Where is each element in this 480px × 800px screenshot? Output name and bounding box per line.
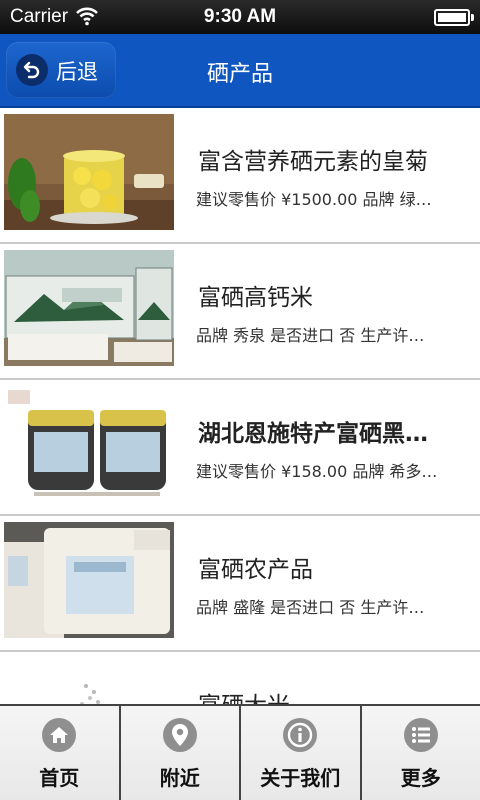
battery-icon	[434, 9, 474, 26]
list-item[interactable]: 富硒大米	[0, 652, 480, 704]
list-menu-icon	[403, 718, 438, 752]
tab-home[interactable]: 首页	[0, 706, 121, 800]
tab-nearby[interactable]: 附近	[121, 706, 241, 800]
item-detail: 建议零售价 ¥158.00 品牌 希多…	[196, 462, 438, 481]
chrysanthemum-tea-photo	[4, 114, 174, 230]
tab-more[interactable]: 更多	[362, 706, 480, 800]
item-detail: 建议零售价 ¥1500.00 品牌 绿…	[196, 190, 432, 209]
page-title: 硒产品	[206, 62, 273, 87]
rice-photo	[4, 658, 174, 704]
status-bar: Carrier 9:30 AM	[0, 0, 480, 34]
tab-label: 更多	[400, 766, 441, 790]
tab-label: 关于我们	[260, 766, 341, 790]
navigation-bar: 后退 硒产品	[0, 34, 480, 108]
item-title: 富硒农产品	[198, 557, 313, 583]
list-item[interactable]: 湖北恩施特产富硒黑… 建议零售价 ¥158.00 品牌 希多…	[0, 380, 480, 516]
rice-bags-photo	[4, 522, 174, 638]
location-pin-icon	[162, 718, 197, 752]
item-title: 富硒大米	[198, 686, 458, 704]
tab-about-us[interactable]: 关于我们	[241, 706, 362, 800]
tab-bar: 首页 附近 关于我们 更多	[0, 704, 480, 800]
item-title: 富含营养硒元素的皇菊	[198, 149, 428, 175]
item-title: 富硒高钙米	[198, 285, 313, 311]
tab-label: 首页	[39, 766, 80, 790]
tab-label: 附近	[159, 766, 200, 790]
battery-level-fill	[438, 13, 466, 22]
home-icon	[42, 718, 77, 752]
item-detail: 品牌 秀泉 是否进口 否 生产许…	[196, 326, 425, 345]
product-list[interactable]: 富含营养硒元素的皇菊 建议零售价 ¥1500.00 品牌 绿… 富硒高钙米 品牌…	[0, 108, 480, 704]
list-item[interactable]: 富含营养硒元素的皇菊 建议零售价 ¥1500.00 品牌 绿…	[0, 108, 480, 244]
status-time: 9:30 AM	[203, 6, 277, 27]
list-item[interactable]: 富硒农产品 品牌 盛隆 是否进口 否 生产许…	[0, 516, 480, 652]
list-item[interactable]: 富硒高钙米 品牌 秀泉 是否进口 否 生产许…	[0, 244, 480, 380]
rice-gift-box-photo	[4, 250, 174, 366]
item-detail: 品牌 盛隆 是否进口 否 生产许…	[196, 598, 425, 617]
black-product-jars-photo	[4, 386, 174, 502]
item-title: 湖北恩施特产富硒黑…	[198, 421, 428, 447]
info-icon	[283, 718, 318, 752]
